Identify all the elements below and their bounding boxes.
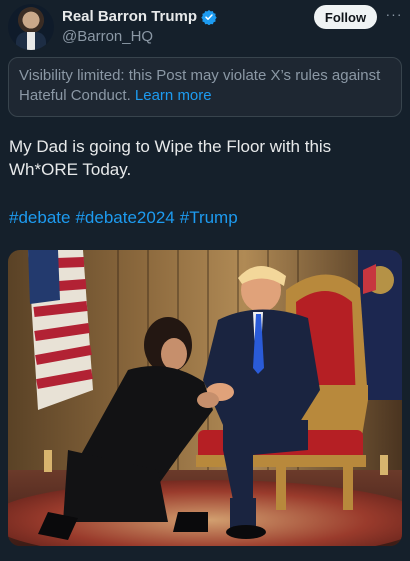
author-handle[interactable]: @Barron_HQ xyxy=(62,28,153,45)
verified-badge-icon xyxy=(201,9,217,25)
author-name-row: Real Barron Trump xyxy=(62,8,217,25)
more-options-icon[interactable]: ··· xyxy=(384,6,404,26)
hashtag-link[interactable]: #debate xyxy=(9,206,70,229)
learn-more-link[interactable]: Learn more xyxy=(135,87,212,104)
hashtag-link[interactable]: #Trump xyxy=(180,206,238,229)
author-name[interactable]: Real Barron Trump xyxy=(62,8,197,25)
post-image-illustration xyxy=(8,250,402,546)
hashtags: #debate #debate2024 #Trump xyxy=(9,206,238,229)
post-text-line-1: My Dad is going to Wipe the Floor with t… xyxy=(9,137,332,156)
post-image[interactable] xyxy=(8,250,402,546)
post-text: My Dad is going to Wipe the Floor with t… xyxy=(9,135,399,181)
visibility-notice: Visibility limited: this Post may violat… xyxy=(8,57,402,117)
post-header: Real Barron Trump @Barron_HQ Follow ··· xyxy=(0,0,410,56)
avatar-shirt xyxy=(27,32,35,50)
avatar[interactable] xyxy=(8,4,54,50)
post-text-line-2: Wh*ORE Today. xyxy=(9,160,132,179)
hashtag-link[interactable]: #debate2024 xyxy=(75,206,174,229)
follow-button[interactable]: Follow xyxy=(314,5,377,29)
